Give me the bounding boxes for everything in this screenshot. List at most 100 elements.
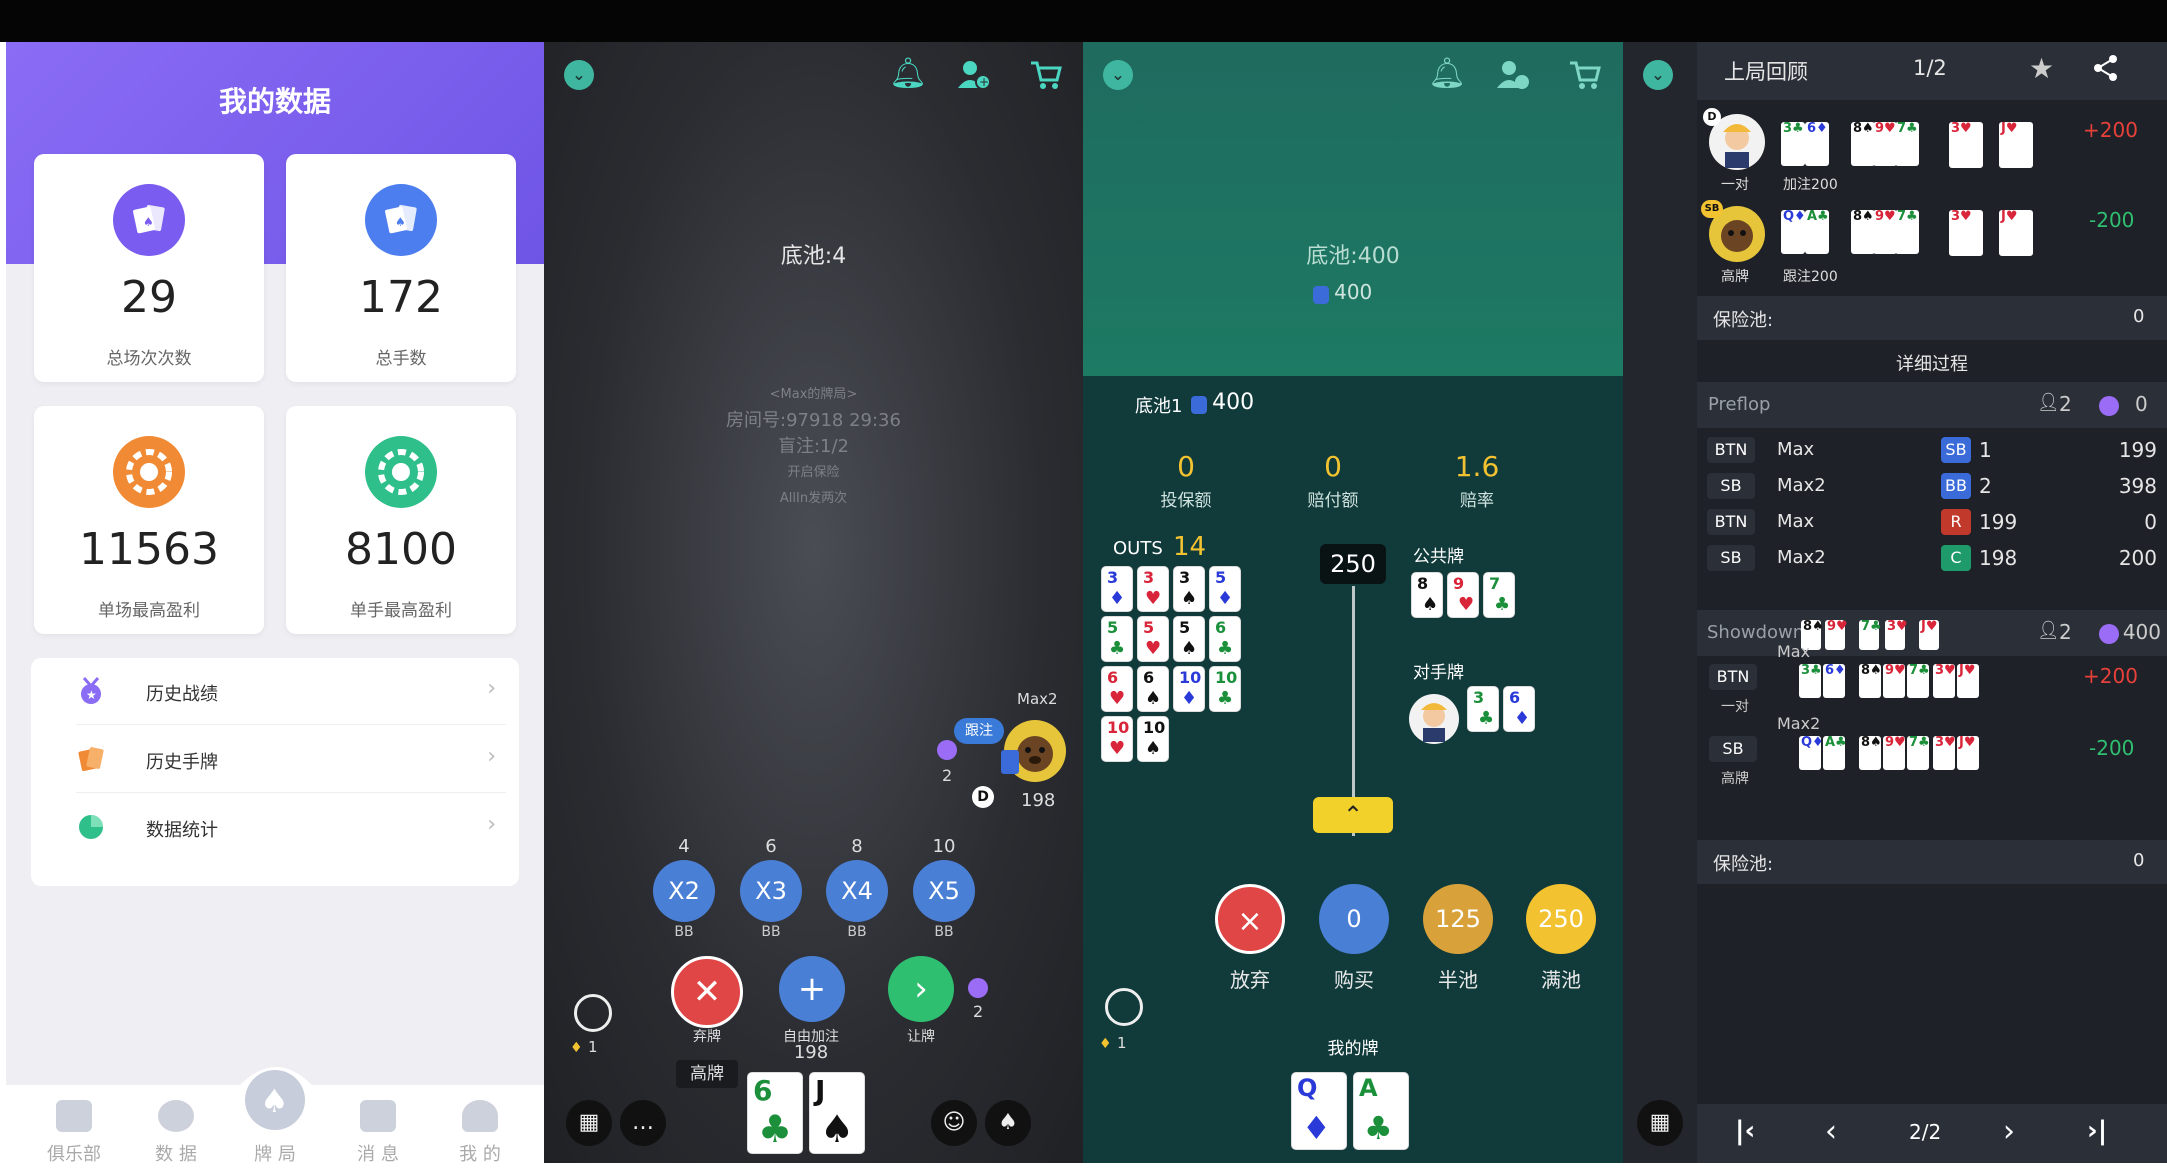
raise-x4-button[interactable]: X4 [826, 860, 888, 922]
bell-icon[interactable]: 🔔︎ [1428, 56, 1466, 91]
share-icon[interactable] [2093, 54, 2119, 86]
insurance-status: 开启保险 [787, 465, 840, 480]
menu-item-data-stats[interactable]: 数据统计 › [76, 794, 506, 860]
menu-label: 历史手牌 [146, 752, 218, 773]
raise-x2-button[interactable]: X2 [653, 860, 715, 922]
mini-card: 7♣ [1895, 122, 1919, 166]
playing-card: Q ♦ [1291, 1072, 1347, 1150]
showdown-label: Showdown [1707, 622, 1805, 643]
insurance-panel: ⌄ 🔔︎ 底池:400 400 底池1 400 0 投保额 0 赔付额 1.6 … [1083, 42, 1623, 1163]
position-tag: BTN [1707, 509, 1755, 535]
mini-card: 8♠ [1851, 122, 1875, 166]
remaining-stack: 398 [2118, 474, 2157, 498]
stat-card-best-hand[interactable]: 8100 单手最高盈利 [286, 406, 516, 634]
chat-icon[interactable]: … [620, 1100, 666, 1146]
next-page-button[interactable]: › [2003, 1114, 2015, 1149]
menu-item-history-record[interactable]: ★ 历史战绩 › [76, 658, 506, 725]
pot-chips-value: 400 [1334, 280, 1373, 304]
prev-page-button[interactable]: ‹ [1825, 1114, 1837, 1149]
user-count-icon: 👤︎ [2037, 392, 2060, 413]
half-pot-button[interactable]: 125 [1423, 884, 1493, 954]
stat-label: 总手数 [375, 349, 427, 369]
allin-twice: AllIn发两次 [779, 491, 848, 506]
opponent-name: Max2 [1017, 690, 1058, 708]
tab-messages[interactable]: 消 息 [333, 1140, 423, 1163]
action-badge: 跟注 [954, 718, 1004, 744]
bell-icon[interactable]: 🔔︎ [889, 56, 927, 91]
trophy-icon [56, 1100, 92, 1132]
opponent-stack: 198 [1021, 790, 1056, 811]
playing-card: 10 ♠ [1137, 716, 1169, 762]
last-page-button[interactable]: ›| [2087, 1116, 2107, 1146]
pie-chart-icon [76, 812, 106, 842]
fold-button[interactable]: ✕ [671, 956, 743, 1028]
playing-card: A ♣ [1353, 1072, 1409, 1150]
insurance-value: 0 [2133, 306, 2145, 327]
svg-text:♠: ♠ [260, 1082, 289, 1120]
menu-item-history-hands[interactable]: 历史手牌 › [76, 726, 506, 793]
playing-card: 5 ♠ [1173, 616, 1205, 662]
add-user-icon[interactable] [1496, 58, 1530, 96]
stat-card-total-hands[interactable]: ♠ 172 总手数 [286, 154, 516, 382]
card-icon[interactable]: ♠ [985, 1100, 1031, 1146]
card-rank: 10 [1143, 718, 1166, 737]
card-rank: 3 [1179, 568, 1191, 587]
mini-card: 9♥ [1873, 210, 1897, 254]
card-suit: ♣ [1109, 638, 1126, 659]
cart-icon[interactable] [1029, 60, 1063, 94]
timer-icon[interactable] [574, 994, 612, 1032]
data-menu: ★ 历史战绩 › 历史手牌 › 数据统计 › [31, 658, 519, 886]
slider-value: 250 [1320, 544, 1386, 584]
pot-label: 底池:400 [1306, 244, 1400, 269]
check-button[interactable]: › [888, 956, 954, 1022]
check-label: 让牌 [907, 1029, 935, 1045]
svg-text:+: + [979, 75, 989, 89]
add-user-icon[interactable]: + [957, 58, 991, 96]
card-suit: ♠ [1145, 738, 1162, 759]
abandon-button[interactable]: × [1215, 884, 1285, 954]
stat-card-best-session[interactable]: 11563 单场最高盈利 [34, 406, 264, 634]
free-raise-button[interactable]: + [779, 956, 845, 1022]
position-tag: SB [1707, 545, 1755, 571]
full-pot-button[interactable]: 250 [1526, 884, 1596, 954]
preflop-player-count: 2 [2059, 392, 2072, 416]
opponent-avatar[interactable] [1409, 694, 1459, 744]
card-rank: 7 [1489, 574, 1501, 593]
card-rank: J [815, 1074, 826, 1107]
tab-data[interactable]: 数 据 [131, 1140, 221, 1163]
chevron-down-icon[interactable]: ⌄ [1643, 60, 1673, 90]
mini-card: 3♥ [1933, 664, 1956, 698]
star-icon[interactable]: ★ [2029, 52, 2054, 85]
chevron-down-icon[interactable]: ⌄ [564, 60, 594, 90]
tab-me[interactable]: 我 的 [435, 1140, 525, 1163]
emoji-icon[interactable]: ☺ [931, 1100, 977, 1146]
tab-game[interactable]: 牌 局 [230, 1140, 320, 1163]
buy-button[interactable]: 0 [1319, 884, 1389, 954]
first-page-button[interactable]: |‹ [1735, 1116, 1755, 1146]
sd-player-name: Max2 [1777, 714, 1821, 733]
calendar-icon[interactable]: ▦ [566, 1100, 612, 1146]
chevron-down-icon[interactable]: ⌄ [1103, 60, 1133, 90]
mini-card: J♥ [1999, 210, 2033, 256]
cart-icon[interactable] [1568, 60, 1602, 94]
mini-card: 6♦ [1823, 664, 1846, 698]
page-number: 2/2 [1909, 1120, 1942, 1144]
half-pot-label: 半池 [1438, 968, 1478, 992]
timer-icon[interactable] [1105, 988, 1143, 1026]
stat-card-total-games[interactable]: ♠ 29 总场次次数 [34, 154, 264, 382]
slider-handle[interactable]: ⌃ [1313, 797, 1393, 833]
playing-card: 10 ♣ [1209, 666, 1241, 712]
payout-amount-label: 赔付额 [1307, 491, 1359, 511]
stat-value: 8100 [345, 524, 457, 575]
tab-club[interactable]: 俱乐部 [29, 1140, 119, 1163]
raise-x5-button[interactable]: X5 [913, 860, 975, 922]
card-rank: 6 [1215, 618, 1227, 637]
card-rank: 3 [1107, 568, 1119, 587]
raise-x3-button[interactable]: X3 [740, 860, 802, 922]
position-badge: SB [1701, 200, 1723, 218]
showdown-pot: 400 [2122, 620, 2161, 644]
playing-card: 6 ♥ [1101, 666, 1133, 712]
cards-icon [76, 744, 106, 774]
room-number: 房间号:97918 29:36 [726, 410, 901, 431]
calendar-icon[interactable]: ▦ [1637, 1100, 1683, 1146]
